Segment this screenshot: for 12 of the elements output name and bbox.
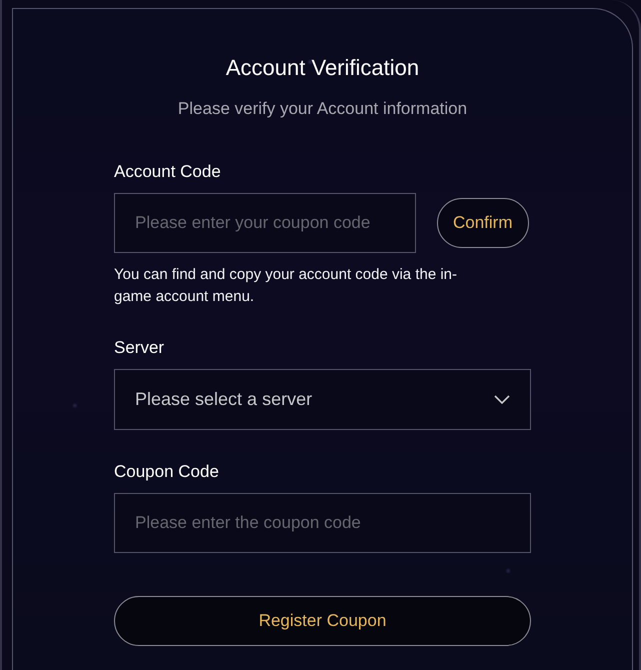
field-label: Server <box>114 338 164 358</box>
server-select[interactable]: Please select a server <box>114 369 531 430</box>
chevron-down-icon <box>494 395 510 404</box>
form-subtitle: Please verify your Account information <box>178 99 468 119</box>
field-label: Coupon Code <box>114 462 219 482</box>
field-label: Account Code <box>114 162 221 182</box>
register-coupon-button[interactable]: Register Coupon <box>114 596 531 646</box>
form-title: Account Verification <box>226 55 420 81</box>
account-code-input[interactable]: Please enter your coupon code <box>114 193 416 253</box>
coupon-code-input[interactable]: Please enter the coupon code <box>114 493 531 553</box>
help-text: You can find and copy your account code via the in-game account menu. <box>114 265 458 307</box>
confirm-button[interactable]: Confirm <box>437 198 529 248</box>
